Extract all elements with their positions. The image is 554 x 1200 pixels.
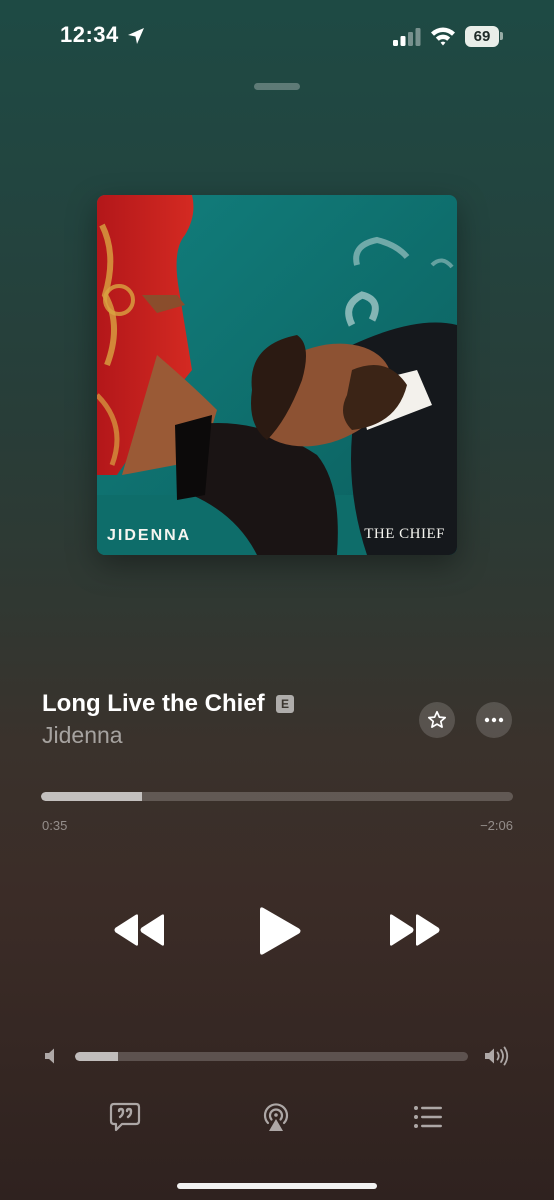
play-icon	[260, 907, 301, 955]
queue-icon	[414, 1106, 442, 1128]
album-artwork[interactable]: JIDENNA THE CHIEF	[97, 195, 457, 555]
time-remaining: −2:06	[480, 818, 513, 833]
ellipsis-icon	[484, 717, 504, 723]
artwork-album-text: THE CHIEF	[364, 526, 445, 542]
star-icon	[427, 710, 447, 728]
cellular-signal-icon	[393, 28, 421, 46]
track-artist[interactable]: Jidenna	[42, 722, 123, 749]
playback-progress-fill	[41, 792, 143, 801]
lyrics-button[interactable]	[109, 1102, 141, 1132]
explicit-badge: E	[276, 695, 294, 713]
rewind-icon	[114, 914, 164, 946]
favorite-button[interactable]	[419, 702, 455, 738]
time-elapsed: 0:35	[42, 818, 68, 833]
status-time: 12:34	[60, 22, 119, 47]
more-options-button[interactable]	[476, 702, 512, 738]
lyrics-icon	[109, 1102, 141, 1132]
battery-icon: 69	[465, 26, 499, 47]
rewind-button[interactable]	[112, 912, 166, 948]
fast-forward-icon	[390, 914, 440, 946]
battery-tip	[500, 32, 503, 40]
airplay-icon	[263, 1103, 289, 1131]
location-arrow-icon	[128, 28, 144, 44]
volume-low-icon	[45, 1048, 54, 1064]
volume-fill	[75, 1052, 119, 1061]
volume-high-icon	[485, 1046, 509, 1066]
home-indicator[interactable]	[177, 1183, 377, 1189]
battery-level: 69	[473, 28, 491, 45]
sheet-grabber[interactable]	[254, 83, 300, 90]
volume-slider[interactable]	[75, 1052, 468, 1061]
artwork-artist-text: JIDENNA	[107, 527, 192, 544]
fast-forward-button[interactable]	[388, 912, 442, 948]
play-button[interactable]	[256, 906, 302, 956]
album-artwork-illustration	[97, 195, 457, 555]
queue-button[interactable]	[413, 1105, 443, 1129]
track-title[interactable]: Long Live the Chief	[42, 690, 265, 718]
wifi-icon	[431, 27, 455, 46]
airplay-button[interactable]	[260, 1101, 292, 1133]
playback-scrubber[interactable]	[41, 792, 513, 801]
